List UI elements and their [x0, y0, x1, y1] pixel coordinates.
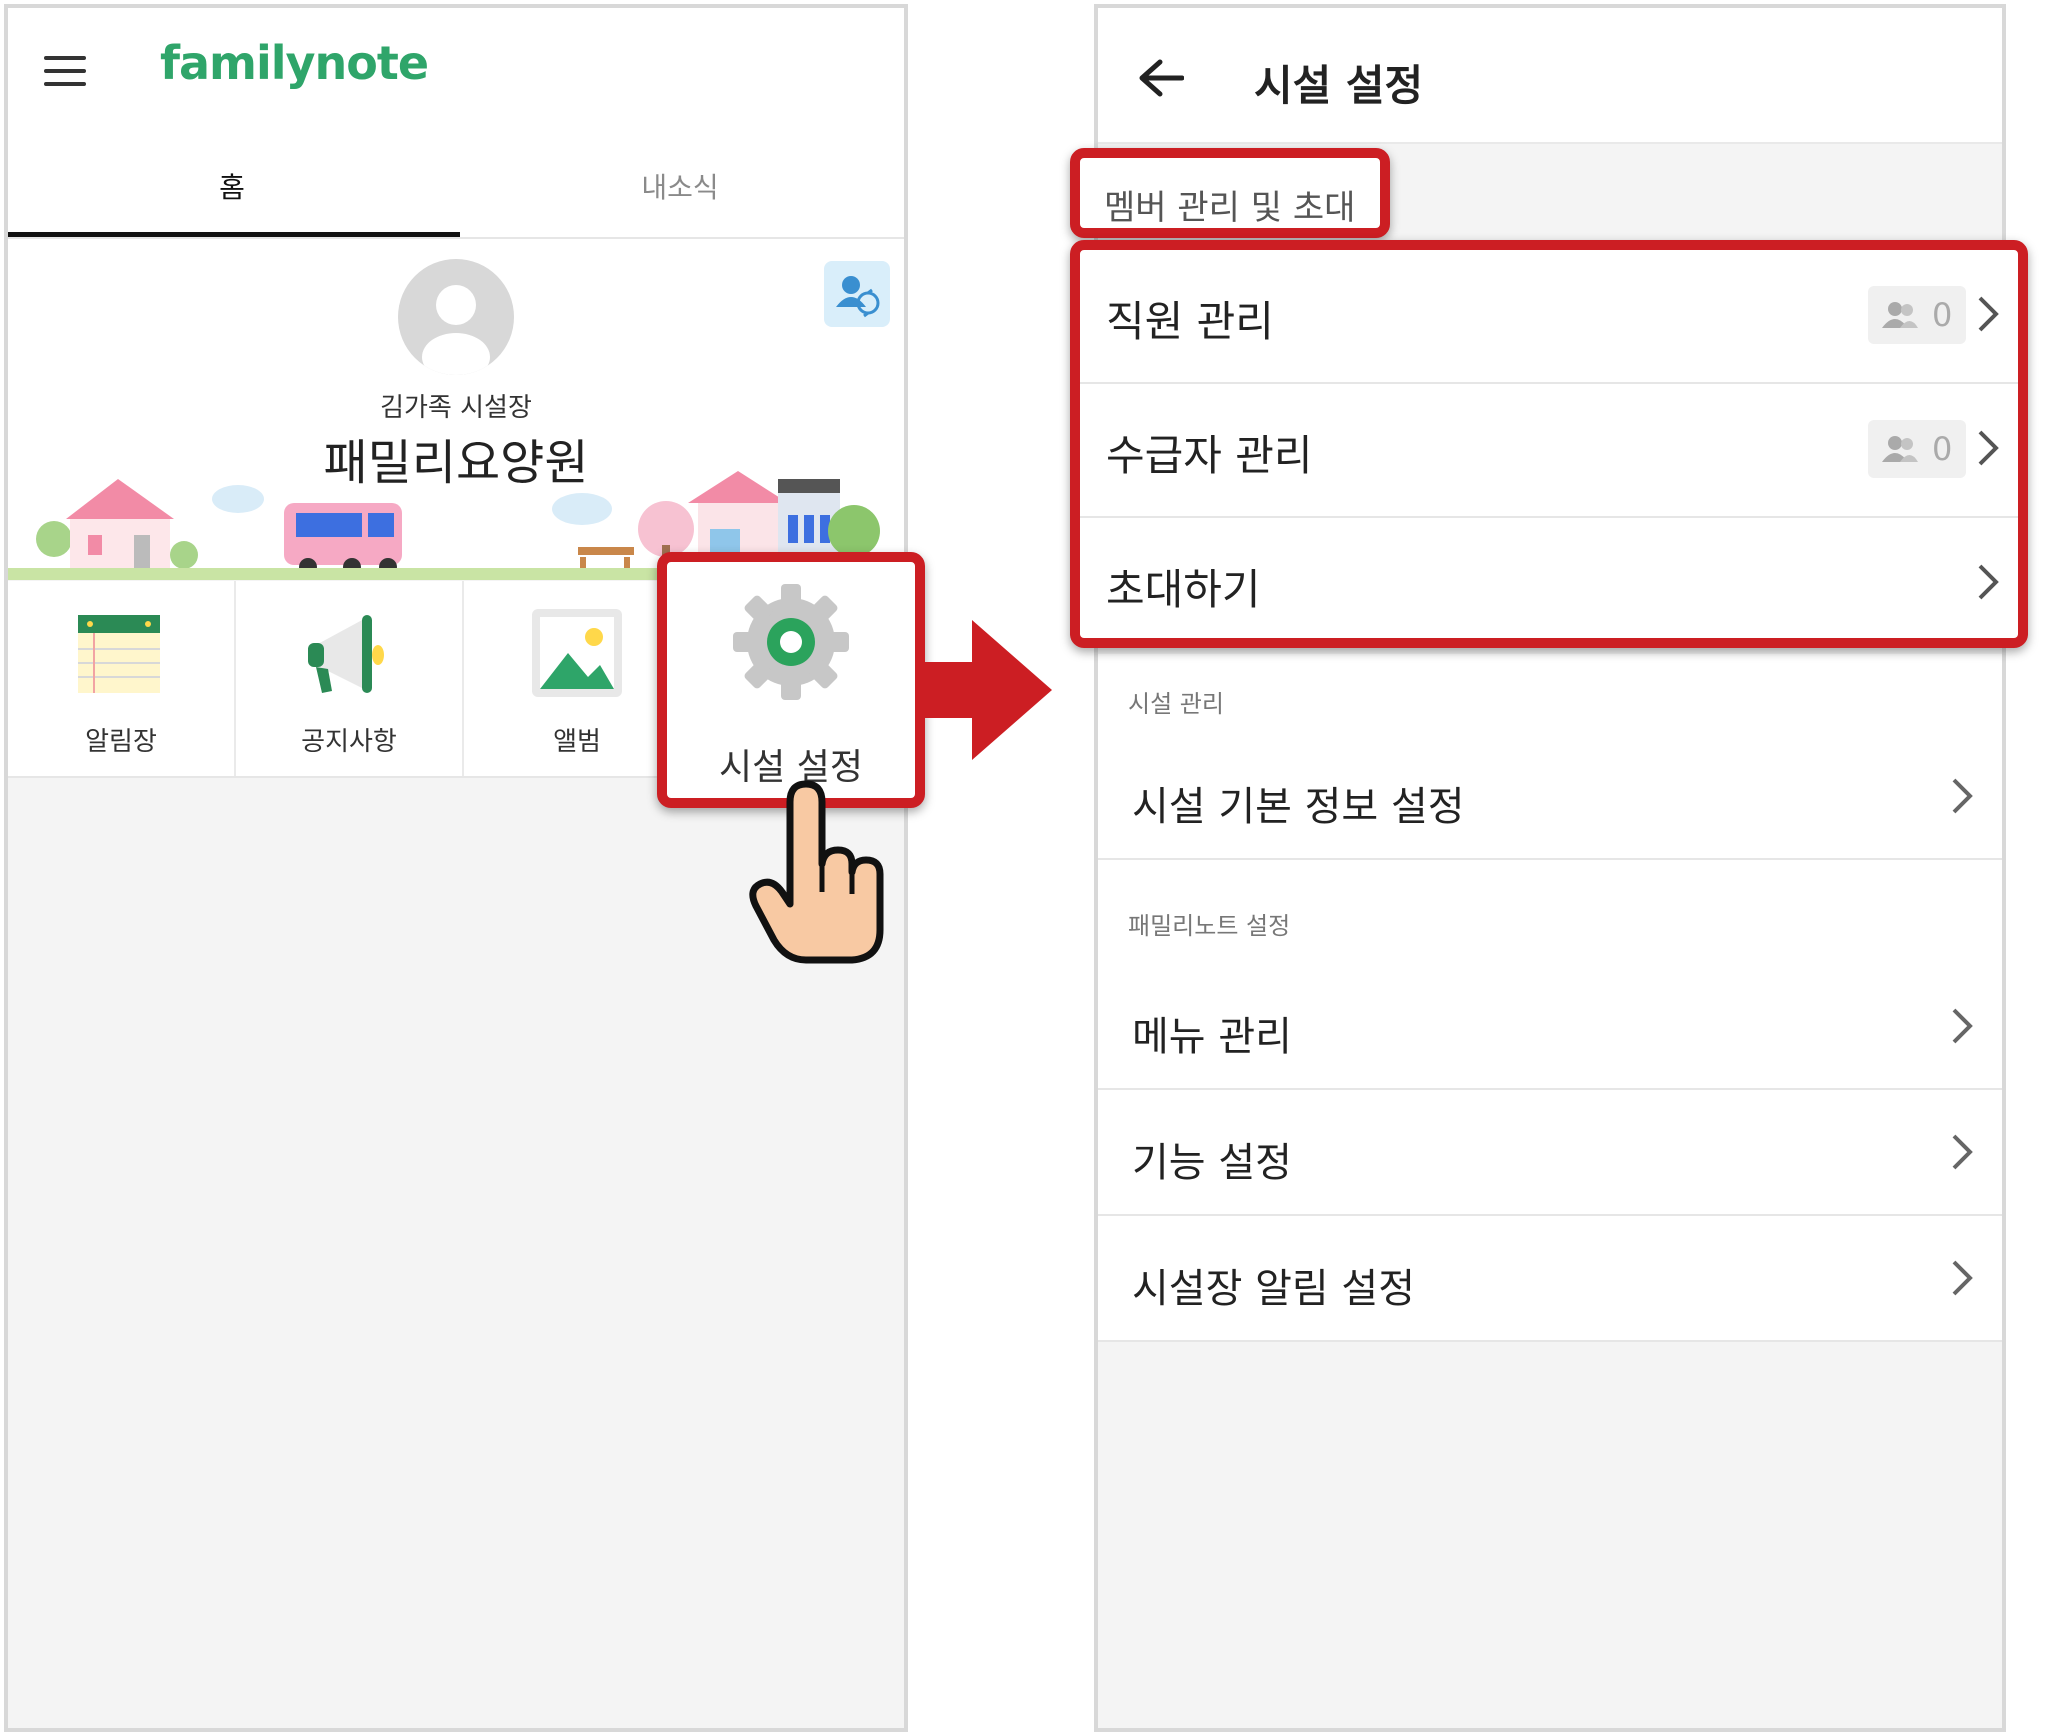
row-label: 시설장 알림 설정: [1132, 1266, 1416, 1312]
row-label: 기능 설정: [1132, 1140, 1292, 1186]
menu-label: 공지사항: [301, 727, 397, 757]
member-count: 0: [1932, 296, 1953, 334]
section-header-member: 멤버 관리 및 초대: [1070, 148, 1390, 238]
chevron-right-icon: [1952, 778, 1973, 814]
profile-area: 김가족 시설장 패밀리요양원: [8, 239, 904, 580]
row-director-notification-settings[interactable]: 시설장 알림 설정: [1098, 1216, 2002, 1342]
member-count-badge: 0: [1868, 286, 1966, 344]
avatar[interactable]: [398, 259, 514, 375]
people-icon: [1882, 436, 1918, 462]
switch-account-icon[interactable]: [824, 261, 890, 327]
row-menu-management[interactable]: 메뉴 관리: [1098, 964, 2002, 1090]
megaphone-icon: [308, 615, 384, 693]
section-header-familynote: 패밀리노트 설정: [1098, 860, 2002, 964]
row-label: 초대하기: [1106, 565, 1261, 614]
menu-label: 알림장: [85, 727, 157, 757]
row-feature-settings[interactable]: 기능 설정: [1098, 1090, 2002, 1216]
row-label: 시설 기본 정보 설정: [1132, 784, 1465, 830]
section-header-label: 멤버 관리 및 초대: [1104, 188, 1356, 228]
chevron-right-icon: [1952, 1008, 1973, 1044]
row-label: 수급자 관리: [1106, 431, 1313, 480]
app-header: familynote 홈 내소식: [8, 8, 904, 239]
page-title: 시설 설정: [1254, 61, 1424, 110]
menu-notice-board[interactable]: 알림장: [8, 581, 234, 776]
app-logo: familynote: [160, 36, 429, 90]
image-icon: [532, 609, 622, 697]
row-recipient-management[interactable]: 수급자 관리 0: [1080, 384, 2018, 518]
chevron-right-icon: [1952, 1134, 1973, 1170]
chevron-right-icon: [1978, 564, 1999, 600]
facility-settings-tile[interactable]: 시설 설정: [657, 552, 925, 808]
chevron-right-icon: [1952, 1260, 1973, 1296]
row-invite[interactable]: 초대하기: [1080, 518, 2018, 650]
pointing-hand-icon: [749, 780, 884, 964]
chevron-right-icon: [1978, 296, 1999, 332]
hamburger-menu-icon[interactable]: [44, 56, 88, 86]
gear-icon: [733, 584, 849, 700]
row-label: 메뉴 관리: [1132, 1014, 1292, 1060]
tab-home[interactable]: 홈: [8, 166, 456, 206]
row-staff-management[interactable]: 직원 관리 0: [1080, 250, 2018, 384]
notebook-icon: [78, 615, 160, 693]
section-header-label: 시설 관리: [1128, 690, 1224, 718]
back-arrow-icon[interactable]: [1138, 58, 1184, 98]
row-facility-basic-info[interactable]: 시설 기본 정보 설정: [1098, 734, 2002, 860]
tab-my-news[interactable]: 내소식: [456, 166, 904, 206]
settings-header: 시설 설정: [1098, 8, 2002, 144]
chevron-right-icon: [1978, 430, 1999, 466]
section-header-label: 패밀리노트 설정: [1128, 912, 1291, 940]
user-role: 김가족 시설장: [380, 393, 532, 423]
section-header-facility: 시설 관리: [1098, 654, 2002, 734]
member-count: 0: [1932, 430, 1953, 468]
menu-announcements[interactable]: 공지사항: [236, 581, 462, 776]
arrow-right-icon: [918, 620, 1052, 760]
row-label: 직원 관리: [1106, 297, 1274, 346]
member-management-group: 직원 관리 0 수급자 관리 0 초대하기: [1070, 240, 2028, 648]
people-icon: [1882, 302, 1918, 328]
member-count-badge: 0: [1868, 420, 1966, 478]
